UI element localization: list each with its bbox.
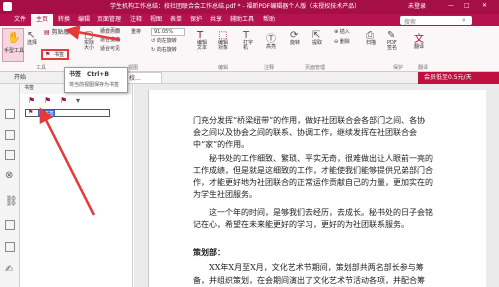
arrow-to-bookmark-button — [64, 25, 121, 42]
annotation-arrows — [39, 25, 121, 216]
arrow-to-bookmark-item — [39, 107, 96, 216]
